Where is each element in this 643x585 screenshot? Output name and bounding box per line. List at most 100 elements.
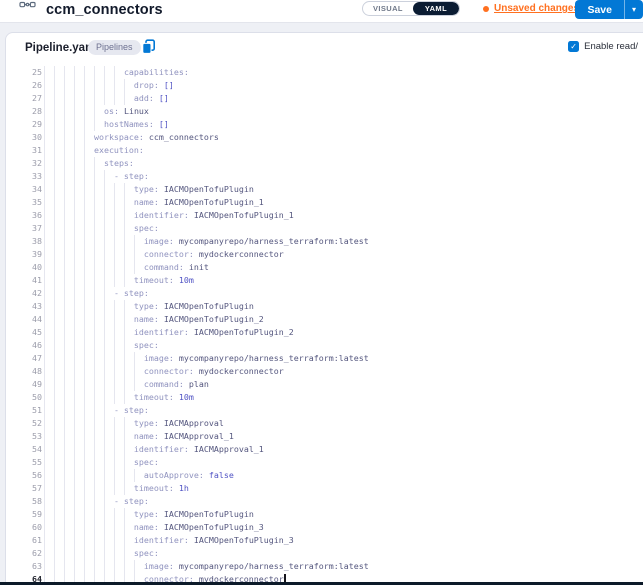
code-line[interactable]: 25 capabilities: <box>6 66 643 79</box>
copy-icon[interactable] <box>141 39 156 60</box>
code-line[interactable]: 53 name: IACMApproval_1 <box>6 430 643 443</box>
code-line[interactable]: 46 spec: <box>6 339 643 352</box>
code-text: type: IACMApproval <box>44 417 224 430</box>
code-line[interactable]: 32 steps: <box>6 157 643 170</box>
code-text: capabilities: <box>44 66 189 79</box>
line-number: 48 <box>6 365 42 378</box>
code-line[interactable]: 39 connector: mydockerconnector <box>6 248 643 261</box>
code-text: - step: <box>44 404 149 417</box>
code-line[interactable]: 48 connector: mydockerconnector <box>6 365 643 378</box>
code-text: command: init <box>44 261 209 274</box>
line-number: 60 <box>6 521 42 534</box>
line-number: 27 <box>6 92 42 105</box>
line-number: 30 <box>6 131 42 144</box>
line-number: 37 <box>6 222 42 235</box>
enable-read-checkbox[interactable]: ✓ <box>568 41 579 52</box>
code-text: image: mycompanyrepo/harness_terraform:l… <box>44 235 369 248</box>
line-number: 59 <box>6 508 42 521</box>
code-line[interactable]: 41 timeout: 10m <box>6 274 643 287</box>
unsaved-changes-label: Unsaved changes <box>494 3 579 14</box>
code-line[interactable]: 33 - step: <box>6 170 643 183</box>
code-text: command: plan <box>44 378 209 391</box>
code-line[interactable]: 45 identifier: IACMOpenTofuPlugin_2 <box>6 326 643 339</box>
code-line[interactable]: 31 execution: <box>6 144 643 157</box>
code-line[interactable]: 49 command: plan <box>6 378 643 391</box>
code-text: connector: mydockerconnector <box>44 248 284 261</box>
code-text: image: mycompanyrepo/harness_terraform:l… <box>44 352 369 365</box>
code-text: autoApprove: false <box>44 469 234 482</box>
code-line[interactable]: 26 drop: [] <box>6 79 643 92</box>
code-text: spec: <box>44 456 159 469</box>
code-line[interactable]: 42 - step: <box>6 287 643 300</box>
line-number: 62 <box>6 547 42 560</box>
code-line[interactable]: 28 os: Linux <box>6 105 643 118</box>
code-text: spec: <box>44 547 159 560</box>
code-text: name: IACMApproval_1 <box>44 430 234 443</box>
code-line[interactable]: 35 name: IACMOpenTofuPlugin_1 <box>6 196 643 209</box>
line-number: 57 <box>6 482 42 495</box>
unsaved-changes-link[interactable]: Unsaved changes <box>483 3 579 14</box>
code-text: type: IACMOpenTofuPlugin <box>44 508 254 521</box>
code-text: steps: <box>44 157 134 170</box>
code-line[interactable]: 54 identifier: IACMApproval_1 <box>6 443 643 456</box>
line-number: 36 <box>6 209 42 222</box>
code-line[interactable]: 47 image: mycompanyrepo/harness_terrafor… <box>6 352 643 365</box>
line-number: 35 <box>6 196 42 209</box>
code-line[interactable]: 44 name: IACMOpenTofuPlugin_2 <box>6 313 643 326</box>
code-text: name: IACMOpenTofuPlugin_2 <box>44 313 264 326</box>
code-line[interactable]: 58 - step: <box>6 495 643 508</box>
code-line[interactable]: 29 hostNames: [] <box>6 118 643 131</box>
code-line[interactable]: 56 autoApprove: false <box>6 469 643 482</box>
code-text: - step: <box>44 495 149 508</box>
line-number: 47 <box>6 352 42 365</box>
code-text: identifier: IACMOpenTofuPlugin_2 <box>44 326 294 339</box>
yaml-code-editor[interactable]: 25 capabilities:26 drop: []27 add: []28 … <box>6 66 643 585</box>
save-dropdown-button[interactable]: ▾ <box>625 0 643 19</box>
code-line[interactable]: 61 identifier: IACMOpenTofuPlugin_3 <box>6 534 643 547</box>
code-text: type: IACMOpenTofuPlugin <box>44 300 254 313</box>
line-number: 54 <box>6 443 42 456</box>
code-line[interactable]: 55 spec: <box>6 456 643 469</box>
line-number: 26 <box>6 79 42 92</box>
page-header: ccm_connectors VISUAL YAML Unsaved chang… <box>0 0 643 23</box>
code-text: hostNames: [] <box>44 118 169 131</box>
code-line[interactable]: 62 spec: <box>6 547 643 560</box>
code-line[interactable]: 27 add: [] <box>6 92 643 105</box>
line-number: 39 <box>6 248 42 261</box>
code-line[interactable]: 59 type: IACMOpenTofuPlugin <box>6 508 643 521</box>
visual-yaml-toggle: VISUAL YAML <box>362 1 460 16</box>
line-number: 44 <box>6 313 42 326</box>
line-number: 63 <box>6 560 42 573</box>
code-line[interactable]: 38 image: mycompanyrepo/harness_terrafor… <box>6 235 643 248</box>
save-button[interactable]: Save <box>575 4 624 16</box>
code-line[interactable]: 34 type: IACMOpenTofuPlugin <box>6 183 643 196</box>
line-number: 40 <box>6 261 42 274</box>
code-line[interactable]: 51 - step: <box>6 404 643 417</box>
unsaved-dot-icon <box>483 6 489 12</box>
code-line[interactable]: 60 name: IACMOpenTofuPlugin_3 <box>6 521 643 534</box>
line-number: 46 <box>6 339 42 352</box>
code-line[interactable]: 57 timeout: 1h <box>6 482 643 495</box>
tab-visual[interactable]: VISUAL <box>363 2 413 15</box>
code-line[interactable]: 52 type: IACMApproval <box>6 417 643 430</box>
line-number: 34 <box>6 183 42 196</box>
code-line[interactable]: 40 command: init <box>6 261 643 274</box>
line-number: 55 <box>6 456 42 469</box>
code-text: spec: <box>44 339 159 352</box>
code-line[interactable]: 30 workspace: ccm_connectors <box>6 131 643 144</box>
enable-read-label: Enable read/ <box>584 41 638 52</box>
pipelines-badge: Pipelines <box>88 40 141 55</box>
line-number: 58 <box>6 495 42 508</box>
code-text: - step: <box>44 170 149 183</box>
line-number: 42 <box>6 287 42 300</box>
code-line[interactable]: 50 timeout: 10m <box>6 391 643 404</box>
code-line[interactable]: 37 spec: <box>6 222 643 235</box>
code-line[interactable]: 36 identifier: IACMOpenTofuPlugin_1 <box>6 209 643 222</box>
line-number: 56 <box>6 469 42 482</box>
line-number: 45 <box>6 326 42 339</box>
code-line[interactable]: 43 type: IACMOpenTofuPlugin <box>6 300 643 313</box>
enable-edit-control: ✓ Enable read/ <box>568 41 638 52</box>
tab-yaml[interactable]: YAML <box>413 2 459 15</box>
line-number: 51 <box>6 404 42 417</box>
code-line[interactable]: 63 image: mycompanyrepo/harness_terrafor… <box>6 560 643 573</box>
